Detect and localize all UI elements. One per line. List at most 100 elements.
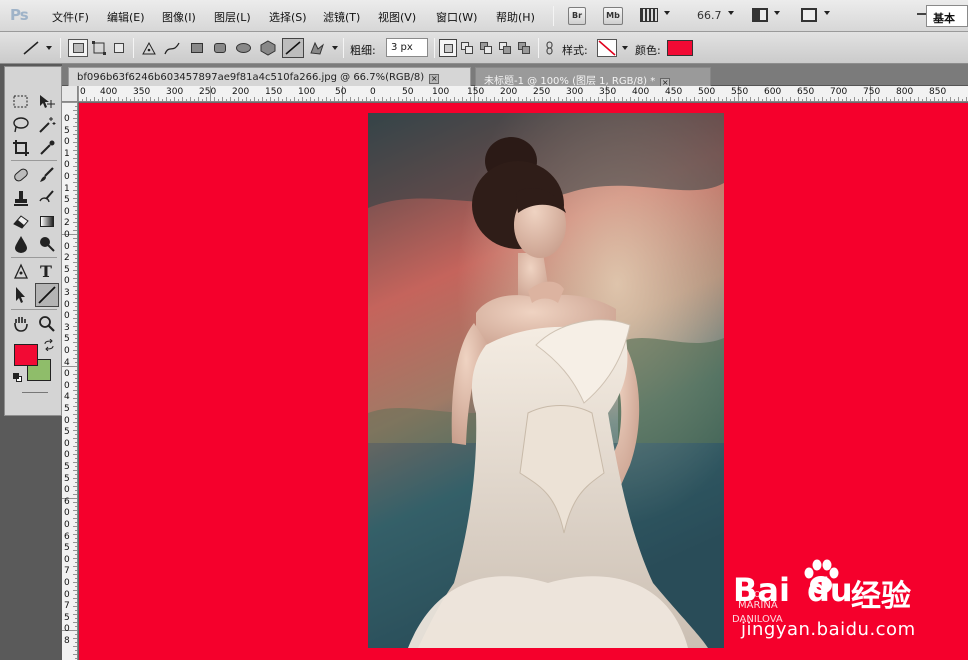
ruler-label: 8 bbox=[64, 636, 70, 646]
ruler-label: 0 bbox=[64, 589, 70, 600]
color-swatch[interactable] bbox=[667, 40, 693, 56]
menu-window[interactable]: 窗口(W) bbox=[436, 9, 477, 25]
ruler-label: 4 bbox=[64, 392, 70, 403]
custom-shape-tool-icon[interactable] bbox=[308, 40, 326, 56]
chevron-down-icon[interactable] bbox=[824, 11, 830, 15]
shape-layers-button[interactable] bbox=[68, 39, 88, 57]
ellipse-tool-icon[interactable] bbox=[236, 43, 251, 53]
add-shape-area-icon[interactable] bbox=[461, 42, 475, 54]
path-selection-tool[interactable] bbox=[11, 285, 31, 305]
chevron-down-icon[interactable] bbox=[46, 46, 52, 50]
blur-tool[interactable] bbox=[11, 234, 31, 254]
ruler-label: 400 bbox=[632, 87, 650, 97]
zoom-level[interactable]: 66.7 bbox=[697, 9, 722, 22]
ruler-label: 2 bbox=[64, 218, 70, 229]
marquee-tool[interactable] bbox=[11, 92, 31, 112]
ruler-label: 0 bbox=[64, 369, 70, 380]
arrange-documents-icon[interactable] bbox=[752, 8, 768, 22]
pen-tool-icon[interactable] bbox=[140, 40, 158, 56]
ruler-label: 5 bbox=[64, 404, 70, 414]
zoom-tool[interactable] bbox=[37, 314, 57, 334]
menu-help[interactable]: 帮助(H) bbox=[496, 9, 535, 25]
baidu-url: jingyan.baidu.com bbox=[741, 619, 916, 640]
line-tool-button[interactable] bbox=[282, 38, 304, 58]
screen-mode-icon[interactable] bbox=[801, 8, 817, 22]
document-canvas[interactable]: DO MARINA DANILOVA Bai du 经验 jingyan.bai… bbox=[79, 103, 968, 660]
extras-icon[interactable] bbox=[640, 8, 658, 22]
ruler-label: 0 bbox=[64, 415, 70, 426]
style-picker[interactable] bbox=[597, 39, 617, 57]
crop-tool[interactable] bbox=[11, 138, 31, 158]
chevron-down-icon[interactable] bbox=[774, 11, 780, 15]
menu-image[interactable]: 图像(I) bbox=[162, 9, 196, 25]
baidu-jingyan-watermark: Bai du 经验 jingyan.baidu.com bbox=[733, 555, 963, 645]
rectangle-tool-icon[interactable] bbox=[191, 43, 203, 53]
lasso-tool[interactable] bbox=[11, 115, 31, 135]
menu-view[interactable]: 视图(V) bbox=[378, 9, 416, 25]
line-shape-tool[interactable] bbox=[35, 283, 59, 307]
menu-filter[interactable]: 滤镜(T) bbox=[323, 9, 360, 25]
menu-bar: Ps 文件(F) 编辑(E) 图像(I) 图层(L) 选择(S) 滤镜(T) 视… bbox=[0, 0, 968, 32]
paths-button[interactable] bbox=[91, 40, 107, 56]
menu-layer[interactable]: 图层(L) bbox=[214, 9, 251, 25]
move-tool[interactable] bbox=[37, 92, 57, 112]
menu-select[interactable]: 选择(S) bbox=[269, 9, 307, 25]
tab-untitled-document[interactable]: 未标题-1 @ 100% (图层 1, RGB/8) * × bbox=[475, 67, 711, 88]
healing-brush-tool[interactable] bbox=[11, 165, 31, 185]
chevron-down-icon[interactable] bbox=[622, 46, 628, 50]
pen-tool[interactable] bbox=[11, 262, 31, 282]
ruler-label: 0 bbox=[80, 87, 86, 97]
ruler-label: 300 bbox=[566, 87, 584, 97]
dodge-tool[interactable] bbox=[37, 234, 57, 254]
ruler-label: 0 bbox=[64, 485, 70, 496]
close-icon[interactable]: × bbox=[429, 74, 440, 84]
horizontal-ruler[interactable]: 0 400 350 300 250 200 150 100 50 0 50 10… bbox=[78, 86, 968, 102]
toolbox-divider bbox=[11, 257, 57, 258]
bridge-button[interactable]: Br bbox=[568, 7, 586, 25]
new-shape-layer-button[interactable] bbox=[439, 39, 457, 57]
history-brush-tool[interactable] bbox=[37, 188, 57, 208]
vertical-ruler[interactable]: 0501001502002503003504004505005506006507… bbox=[62, 102, 78, 660]
magic-wand-tool[interactable] bbox=[37, 115, 57, 135]
weight-input[interactable]: 3 px bbox=[386, 38, 428, 57]
chevron-down-icon[interactable] bbox=[728, 11, 734, 15]
link-icon[interactable] bbox=[545, 41, 555, 55]
minimize-icon[interactable] bbox=[917, 13, 926, 15]
menu-file[interactable]: 文件(F) bbox=[52, 9, 89, 25]
brush-tool[interactable] bbox=[37, 165, 57, 185]
tab-active-document[interactable]: bf096b63f6246b603457897ae9f81a4c510fa266… bbox=[68, 67, 471, 86]
ruler-label: 5 bbox=[64, 334, 70, 345]
freeform-pen-icon[interactable] bbox=[163, 40, 181, 56]
eyedropper-tool[interactable] bbox=[37, 138, 57, 158]
swap-colors-icon[interactable] bbox=[43, 339, 55, 351]
clone-stamp-tool[interactable] bbox=[11, 188, 31, 208]
rounded-rectangle-tool-icon[interactable] bbox=[214, 43, 226, 53]
ruler-label: 100 bbox=[298, 87, 316, 97]
fill-pixels-button[interactable] bbox=[114, 43, 124, 53]
exclude-shape-area-icon[interactable] bbox=[518, 42, 532, 54]
bride-photo bbox=[368, 113, 724, 648]
ruler-label: 400 bbox=[100, 87, 118, 97]
type-tool[interactable]: T bbox=[37, 262, 57, 282]
ruler-origin[interactable] bbox=[62, 86, 78, 102]
workspace-switcher[interactable]: 基本 bbox=[926, 5, 968, 27]
ruler-label: 1 bbox=[64, 148, 70, 159]
default-colors-icon[interactable] bbox=[13, 373, 23, 383]
gradient-tool[interactable] bbox=[37, 211, 57, 231]
ruler-label: 0 bbox=[64, 172, 70, 182]
menu-edit[interactable]: 编辑(E) bbox=[107, 9, 145, 25]
subtract-shape-area-icon[interactable] bbox=[480, 42, 494, 54]
eraser-tool[interactable] bbox=[11, 211, 31, 231]
ruler-label: 150 bbox=[265, 87, 283, 97]
quick-mask-button[interactable] bbox=[22, 392, 48, 393]
line-tool-icon[interactable] bbox=[22, 40, 40, 56]
chevron-down-icon[interactable] bbox=[664, 11, 670, 15]
foreground-color-swatch[interactable] bbox=[14, 344, 38, 366]
polygon-tool-icon[interactable] bbox=[260, 40, 276, 56]
ruler-label: 5 bbox=[64, 462, 70, 472]
hand-tool[interactable] bbox=[11, 314, 31, 334]
ruler-label: 5 bbox=[64, 543, 70, 554]
chevron-down-icon[interactable] bbox=[332, 46, 338, 50]
intersect-shape-area-icon[interactable] bbox=[499, 42, 513, 54]
mini-bridge-button[interactable]: Mb bbox=[603, 7, 623, 25]
